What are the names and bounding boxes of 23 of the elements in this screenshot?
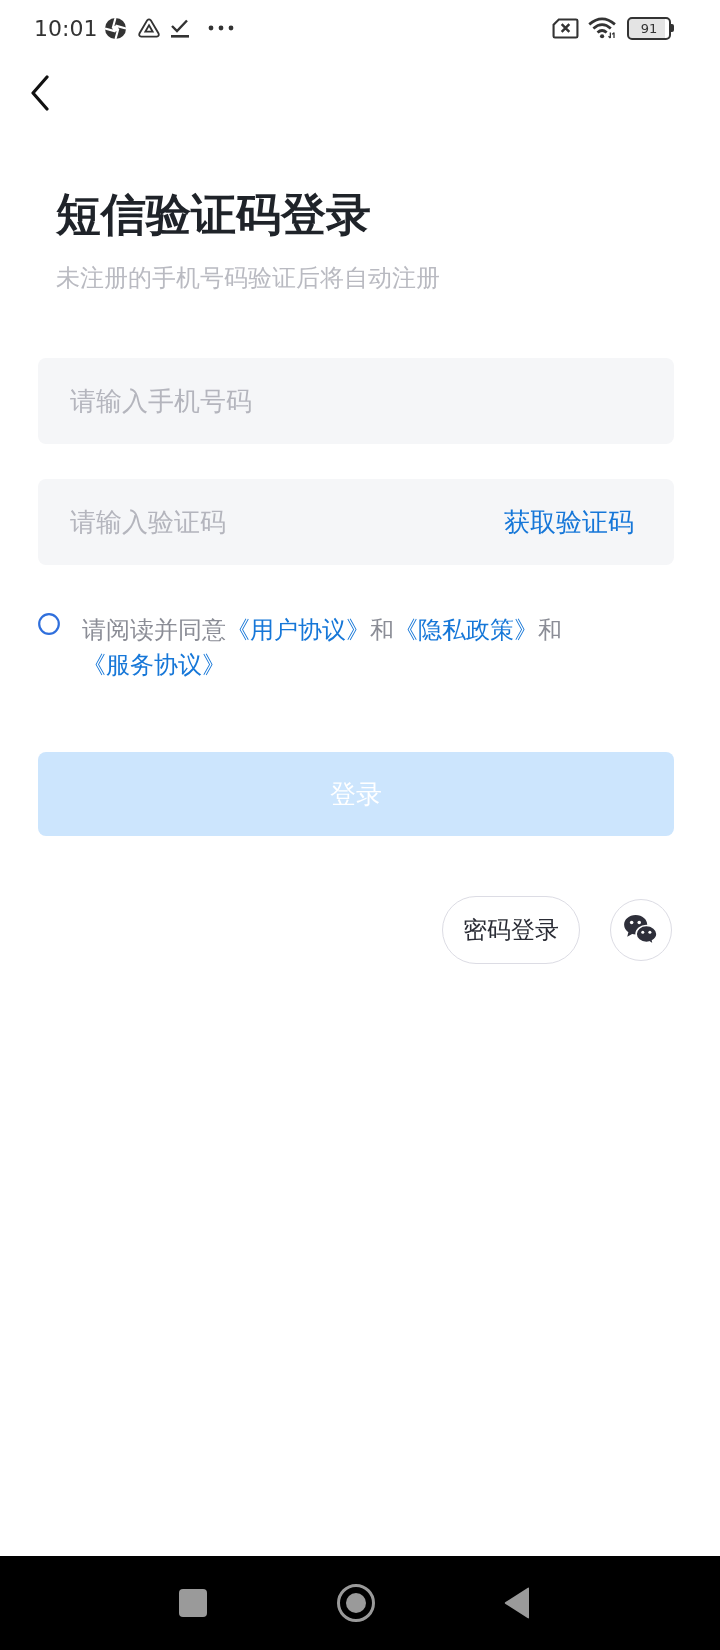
check-underline-icon: [171, 18, 190, 38]
ellipsis-icon: [208, 25, 235, 31]
agreement-checkbox[interactable]: [38, 613, 60, 635]
agreement-link[interactable]: 《隐私政策》: [394, 616, 538, 644]
agreement-text: 请阅读并同意《用户协议》和《隐私政策》和 《服务协议》: [82, 615, 563, 681]
phone-input-field[interactable]: 请输入手机号码: [38, 358, 674, 444]
wifi-icon: [588, 17, 618, 39]
no-sim-icon: [552, 17, 579, 39]
chat-bubbles-icon: [623, 914, 659, 946]
get-code-button[interactable]: 获取验证码: [504, 504, 634, 540]
back-triangle-icon[interactable]: [504, 1587, 530, 1619]
agreement-link[interactable]: 《用户协议》: [226, 616, 370, 644]
agreement-link[interactable]: 《服务协议》: [82, 651, 226, 679]
page-subtitle: 未注册的手机号码验证后将自动注册: [56, 263, 441, 294]
chevron-left-icon[interactable]: [30, 75, 50, 111]
status-time: 10:01: [34, 15, 98, 41]
home-circle-icon[interactable]: [337, 1584, 375, 1622]
triangle-icon: [138, 18, 161, 38]
password-login-button[interactable]: 密码登录: [442, 896, 580, 964]
aperture-icon: [104, 16, 128, 40]
code-input-field[interactable]: 请输入验证码 获取验证码: [38, 479, 674, 565]
page-title: 短信验证码登录: [56, 187, 372, 243]
battery-indicator: 91: [627, 16, 674, 40]
